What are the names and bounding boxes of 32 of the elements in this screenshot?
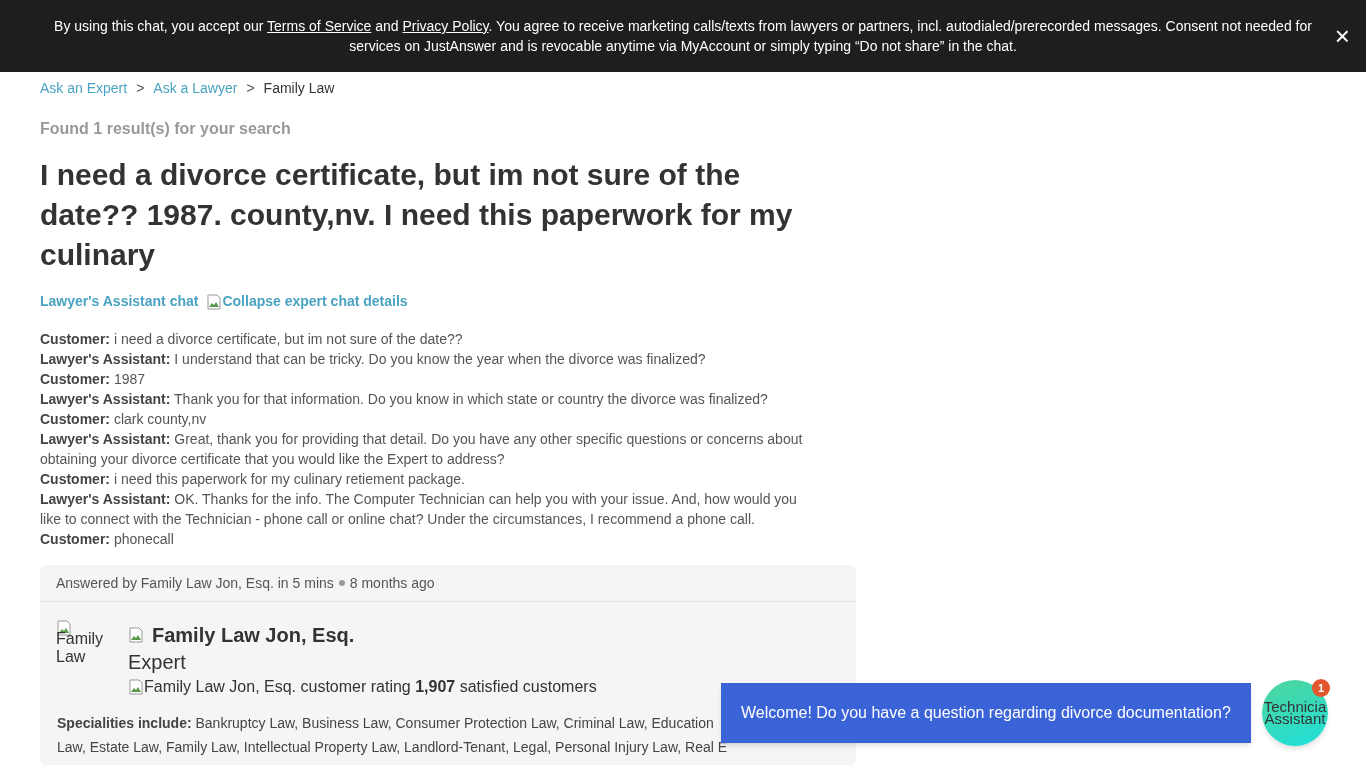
chat-message: Customer: phonecall <box>40 530 175 549</box>
chat-message: Lawyer's Assistant: Great, thank you for providing that detail. Do you have any other specific questions or concerns about obtaining your divorce certificate that you would like the Expert to address? <box>40 430 804 469</box>
avatar-alt-text: Technicia Assistant <box>1262 701 1328 725</box>
breadcrumb-separator: > <box>246 78 255 98</box>
consent-text: By using this chat, you accept our Terms of Service and Privacy Policy. You agree to receive marketing calls/texts from lawyers or partners, incl. autodialed/prerecorded messages. Consent not needed for services on JustAnswer and is revocable anytime via MyAccount or simply typing “Do not share” in the chat. <box>53 17 1313 56</box>
policy-link[interactable]: Terms of Service <box>267 18 372 34</box>
avatar-alt-text: Family Law <box>56 630 105 666</box>
breadcrumb-link[interactable]: Family Law <box>263 77 335 99</box>
chat-message: Customer: i need a divorce certificate, but im not sure of the date?? <box>40 330 464 349</box>
expert-rating: Family Law Jon, Esq. customer rating 1,907 satisfied customers <box>144 677 597 697</box>
chat-message: Lawyer's Assistant: I understand that can be tricky. Do you know the year when the divorce was finalized? <box>40 350 707 369</box>
broken-image-icon <box>128 627 144 643</box>
chat-message: Lawyer's Assistant: OK. Thanks for the info. The Computer Technician can help you with your issue. And, how would you like to connect with the Technician - phone call or online chat? Under the circumstances, I recommend a phone call. <box>40 490 798 529</box>
policy-link[interactable]: Privacy Policy <box>402 18 489 34</box>
specialities-line: Specialities include: Bankruptcy Law, Business Law, Consumer Protection Law, Criminal Law, Education <box>57 714 714 733</box>
notification-badge: 1 <box>1312 679 1330 697</box>
chat-message: Customer: 1987 <box>40 370 147 389</box>
chat-message: Customer: clark county,nv <box>40 410 208 429</box>
chat-popup[interactable]: Welcome! Do you have a question regarding divorce documentation? <box>721 683 1251 743</box>
answered-by: Answered by Family Law Jon, Esq. in 5 mins <box>56 573 334 593</box>
answer-time: 8 months ago <box>349 573 435 593</box>
breadcrumb-separator: > <box>136 78 145 98</box>
broken-image-icon <box>128 679 144 695</box>
popup-message: Welcome! Do you have a question regarding divorce documentation? <box>741 703 1231 723</box>
question-title: I need a divorce certificate, but im not sure of the date?? 1987. county,nv. I need this paperwork for my culinary <box>40 157 794 273</box>
broken-image-icon <box>206 293 223 310</box>
expert-role: Expert <box>128 650 187 674</box>
chat-message: Lawyer's Assistant: Thank you for that information. Do you know in which state or country the divorce was finalized? <box>40 390 769 409</box>
results-count: Found 1 result(s) for your search <box>40 119 292 139</box>
close-button[interactable]: × <box>1334 24 1350 48</box>
expert-name: Family Law Jon, Esq. <box>152 623 355 648</box>
chat-message: Customer: i need this paperwork for my culinary retiement package. <box>40 470 466 489</box>
